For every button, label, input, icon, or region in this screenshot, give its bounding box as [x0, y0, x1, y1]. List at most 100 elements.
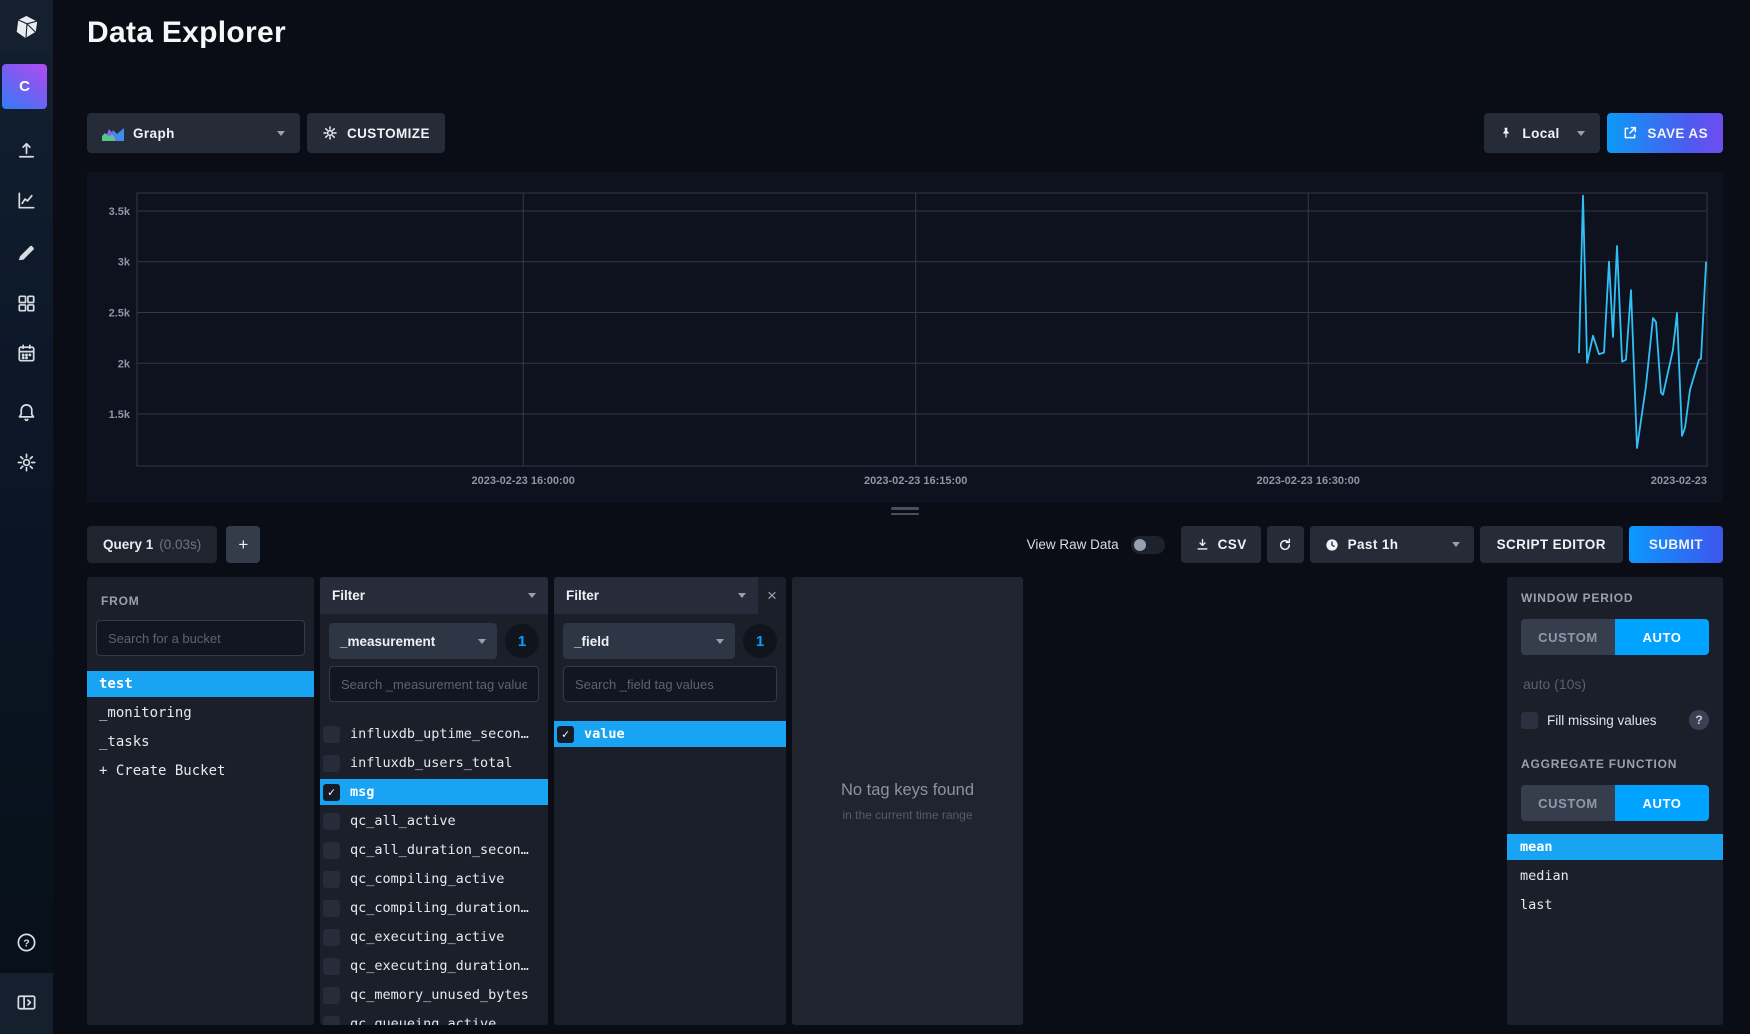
dashboards-icon[interactable]	[15, 292, 38, 315]
list-item[interactable]: last	[1507, 892, 1723, 918]
list-item[interactable]: ✓value	[554, 721, 786, 747]
list-item[interactable]: qc_compiling_duration…	[320, 895, 548, 921]
list-item[interactable]: influxdb_uptime_secon…	[320, 721, 548, 747]
time-series-chart[interactable]: 1.5k2k2.5k3k3.5k2023-02-23 16:00:002023-…	[87, 172, 1723, 503]
settings-gear-icon[interactable]	[15, 451, 38, 474]
checkbox-unchecked[interactable]	[323, 726, 340, 743]
checkbox-unchecked[interactable]	[323, 929, 340, 946]
measurement-list: influxdb_uptime_secon… influxdb_users_tot…	[320, 721, 548, 1025]
list-item-label: _tasks	[99, 734, 150, 750]
notebooks-pencil-icon[interactable]	[15, 241, 38, 264]
influxdb-logo[interactable]	[0, 0, 53, 53]
script-editor-button[interactable]: SCRIPT EDITOR	[1480, 526, 1623, 563]
filter2-close-icon[interactable]: ×	[758, 577, 786, 614]
refresh-icon	[1277, 537, 1293, 553]
local-label: Local	[1522, 126, 1559, 141]
list-item[interactable]: test	[87, 671, 314, 697]
svg-text:2.5k: 2.5k	[109, 307, 131, 319]
expand-sidebar-icon[interactable]	[15, 991, 38, 1014]
list-item[interactable]: + Create Bucket	[87, 758, 314, 784]
list-item[interactable]: qc_queueing_active	[320, 1011, 548, 1025]
data-explorer-icon[interactable]	[15, 189, 38, 212]
svg-text:2023-02-23 16:00:00: 2023-02-23 16:00:00	[472, 475, 575, 487]
measurement-count-badge: 1	[505, 624, 539, 658]
window-custom-button[interactable]: CUSTOM	[1521, 619, 1615, 655]
checkbox-checked[interactable]: ✓	[557, 726, 574, 743]
customize-button[interactable]: CUSTOMIZE	[307, 113, 445, 153]
checkbox-unchecked[interactable]	[323, 1016, 340, 1026]
line-chart-canvas: 1.5k2k2.5k3k3.5k2023-02-23 16:00:002023-…	[87, 172, 1723, 503]
svg-text:1.5k: 1.5k	[109, 409, 131, 421]
filter2-title: Filter	[566, 588, 599, 603]
list-item[interactable]: qc_executing_active	[320, 924, 548, 950]
filter-field-panel: Filter × _field 1 ✓value	[554, 577, 786, 1025]
measurement-search-input[interactable]	[329, 666, 539, 702]
list-item[interactable]: ✓msg	[320, 779, 548, 805]
checkbox-unchecked[interactable]	[323, 900, 340, 917]
download-icon	[1195, 537, 1210, 552]
window-auto-button[interactable]: AUTO	[1615, 619, 1709, 655]
filter2-type-dropdown[interactable]: Filter	[554, 577, 758, 614]
time-range-dropdown[interactable]: Past 1h	[1310, 526, 1474, 563]
field-search-input[interactable]	[563, 666, 777, 702]
filter1-title: Filter	[332, 588, 365, 603]
from-title: FROM	[87, 577, 314, 620]
customize-gear-icon	[322, 125, 338, 141]
list-item[interactable]: qc_memory_unused_bytes	[320, 982, 548, 1008]
checkbox-unchecked[interactable]	[323, 987, 340, 1004]
view-type-dropdown[interactable]: Graph	[87, 113, 300, 153]
submit-button[interactable]: SUBMIT	[1629, 526, 1723, 563]
checkbox-unchecked[interactable]	[323, 755, 340, 772]
from-panel: FROM test _monitoring _tasks + Create Bucke…	[87, 577, 314, 1025]
list-item-label: mean	[1520, 839, 1553, 855]
list-item[interactable]: median	[1507, 863, 1723, 889]
resize-handle[interactable]	[891, 507, 919, 518]
list-item[interactable]: qc_compiling_active	[320, 866, 548, 892]
list-item[interactable]: _monitoring	[87, 700, 314, 726]
fill-missing-checkbox[interactable]	[1521, 712, 1538, 729]
chevron-down-icon	[1577, 131, 1585, 136]
fill-help-icon[interactable]: ?	[1689, 710, 1709, 730]
query-tab[interactable]: Query 1 (0.03s)	[87, 526, 217, 563]
empty-title: No tag keys found	[841, 781, 974, 800]
empty-tag-panel: No tag keys found in the current time ra…	[792, 577, 1023, 1025]
checkbox-unchecked[interactable]	[323, 958, 340, 975]
chevron-down-icon	[478, 639, 486, 644]
checkbox-checked[interactable]: ✓	[323, 784, 340, 801]
list-item[interactable]: qc_all_active	[320, 808, 548, 834]
refresh-button[interactable]	[1267, 526, 1304, 563]
measurement-key-dropdown[interactable]: _measurement	[329, 623, 497, 659]
aggregate-auto-button[interactable]: AUTO	[1615, 785, 1709, 821]
list-item[interactable]: _tasks	[87, 729, 314, 755]
chevron-down-icon	[277, 131, 285, 136]
alerts-bell-icon[interactable]	[15, 401, 38, 424]
field-key-dropdown[interactable]: _field	[563, 623, 735, 659]
aggregate-custom-button[interactable]: CUSTOM	[1521, 785, 1615, 821]
list-item[interactable]: qc_executing_duration…	[320, 953, 548, 979]
aggregate-segmented: CUSTOM AUTO	[1521, 785, 1709, 821]
filter1-type-dropdown[interactable]: Filter	[320, 577, 548, 614]
tasks-calendar-icon[interactable]	[15, 342, 38, 365]
checkbox-unchecked[interactable]	[323, 871, 340, 888]
list-item-label: influxdb_uptime_secon…	[350, 726, 529, 742]
chevron-down-icon	[716, 639, 724, 644]
list-item[interactable]: qc_all_duration_secon…	[320, 837, 548, 863]
bucket-search-input[interactable]	[96, 620, 305, 656]
org-avatar[interactable]: C	[2, 64, 47, 109]
list-item-label: qc_queueing_active	[350, 1016, 496, 1025]
view-raw-data-toggle[interactable]	[1131, 536, 1165, 554]
save-as-button[interactable]: SAVE AS	[1607, 113, 1723, 153]
fill-missing-label: Fill missing values	[1547, 713, 1657, 728]
field-count-badge: 1	[743, 624, 777, 658]
help-icon[interactable]: ?	[15, 931, 38, 954]
list-item[interactable]: influxdb_users_total	[320, 750, 548, 776]
checkbox-unchecked[interactable]	[323, 842, 340, 859]
query-bar: Query 1 (0.03s) + View Raw Data CSV Past…	[87, 526, 1723, 563]
list-item[interactable]: mean	[1507, 834, 1723, 860]
add-query-button[interactable]: +	[226, 526, 260, 563]
local-dropdown[interactable]: Local	[1484, 113, 1600, 153]
csv-button[interactable]: CSV	[1181, 526, 1261, 563]
upload-icon[interactable]	[15, 139, 38, 162]
checkbox-unchecked[interactable]	[323, 813, 340, 830]
svg-text:3.5k: 3.5k	[109, 206, 131, 218]
